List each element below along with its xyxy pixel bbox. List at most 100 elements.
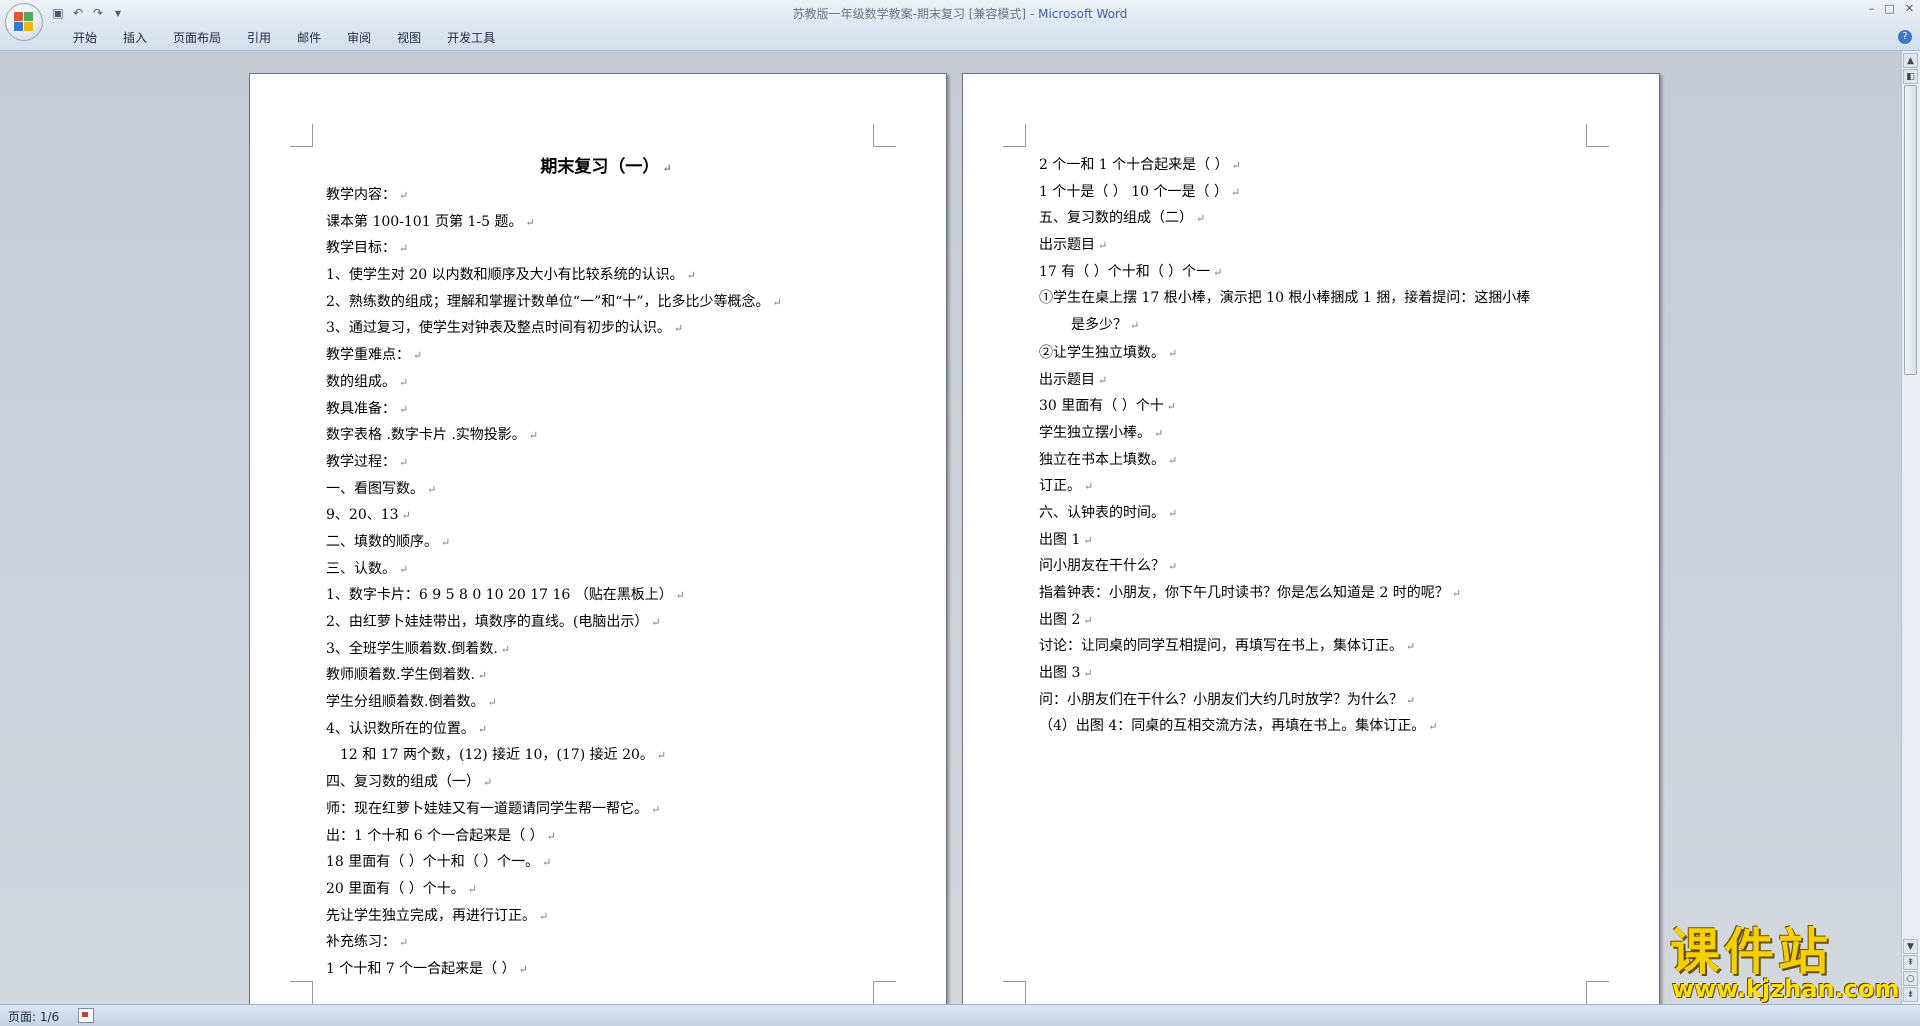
paragraph-mark: ↵ (675, 589, 685, 603)
status-bar: 页面: 1/6 (0, 1004, 1920, 1026)
paragraph-mark: ↵ (399, 242, 409, 256)
paragraph-mark: ↵ (518, 962, 528, 976)
line-text: 订正。 (1039, 478, 1081, 495)
paragraph-line: 师：现在红萝卜娃娃又有一道题请同学生帮一帮它。 ↵ (326, 796, 886, 823)
office-button[interactable] (5, 3, 43, 41)
next-page-icon[interactable]: ⇟ (1903, 987, 1918, 1002)
paragraph-line: 3、通过复习，使学生对钟表及整点时间有初步的认识。 ↵ (326, 315, 886, 342)
tab-insert[interactable]: 插入 (110, 30, 160, 46)
paragraph-mark: ↵ (1130, 319, 1140, 333)
line-text: 学生独立摆小棒。 (1039, 424, 1151, 441)
paragraph-line: 讨论：让同桌的同学互相提问，再填写在书上，集体订正。 ↵ (1039, 633, 1619, 660)
paragraph-line: 独立在书本上填数。 ↵ (1039, 447, 1619, 474)
paragraph-line: 出示题目 ↵ (1039, 367, 1619, 394)
line-text: 出示题目 (1039, 371, 1095, 388)
paragraph-mark: ↵ (772, 295, 782, 309)
line-text: 三、认数。 (326, 560, 396, 577)
paragraph-mark: ↵ (542, 856, 552, 870)
paragraph-mark: ↵ (477, 722, 488, 736)
paragraph-mark: ↵ (427, 482, 437, 496)
line-text: 教具准备： (326, 400, 396, 417)
tab-home[interactable]: 开始 (60, 30, 110, 46)
paragraph-line: 1 个十和 7 个一合起来是（ ） ↵ (326, 956, 886, 983)
paragraph-line: 一、看图写数。 ↵ (326, 476, 886, 503)
paragraph-mark: ↵ (401, 509, 411, 523)
paragraph-line: 出图 2 ↵ (1039, 607, 1619, 634)
paragraph-mark: ↵ (1084, 480, 1094, 494)
line-text: 2、由红萝卜娃娃带出，填数序的直线。(电脑出示） (326, 614, 649, 630)
previous-page-icon[interactable]: ⇞ (1903, 955, 1918, 970)
tab-references[interactable]: 引用 (234, 30, 284, 46)
paragraph-line: 教学过程： ↵ (326, 449, 886, 476)
paragraph-mark: ↵ (399, 455, 409, 469)
paragraph-line: 四、复习数的组成（一） ↵ (326, 769, 886, 796)
line-text: 师：现在红萝卜娃娃又有一道题请同学生帮一帮它。 (326, 800, 648, 817)
line-text: 1 个十和 7 个一合起来是（ ） (326, 960, 516, 977)
crop-mark (873, 981, 896, 1004)
line-text: 二、填数的顺序。 (326, 533, 438, 550)
line-text: 数字表格 .数字卡片 .实物投影。 (326, 427, 526, 444)
paragraph-line: 六、认钟表的时间。 ↵ (1039, 500, 1619, 527)
minimize-button[interactable]: – (1869, 2, 1875, 15)
document-name: 苏教版一年级数学教案-期末复习 [兼容模式] (792, 7, 1027, 21)
paragraph-mark: ↵ (673, 322, 684, 336)
page-2-content[interactable]: 2 个一和 1 个十合起来是（ ） ↵ 1 个十是（ ） 10 个一是（ ） ↵ 五、复… (1039, 152, 1619, 740)
document-area[interactable]: 期末复习（一） ↵ 教学内容： ↵ 课本第 100-101 页第 1-5 题。 ↵ 教学目… (0, 51, 1902, 1004)
paragraph-mark: ↵ (477, 669, 488, 683)
proofing-icon[interactable] (78, 1008, 94, 1023)
office-logo-icon (14, 12, 34, 32)
page-2[interactable]: 2 个一和 1 个十合起来是（ ） ↵ 1 个十是（ ） 10 个一是（ ） ↵ 五、复… (962, 73, 1660, 1004)
tab-mailings[interactable]: 邮件 (284, 30, 334, 46)
paragraph-line: 指着钟表：小朋友，你下午几时读书？你是怎么知道是 2 时的呢？ ↵ (1039, 580, 1619, 607)
paragraph-mark: ↵ (1428, 720, 1438, 734)
paragraph-line: 1、数字卡片：6 9 5 8 0 10 20 17 16 （贴在黑板上） ↵ (326, 582, 886, 609)
paragraph-mark: ↵ (399, 189, 409, 202)
paragraph-line: 2、熟练数的组成；理解和掌握计数单位“一”和“十”，比多比少等概念。 ↵ (326, 289, 886, 316)
paragraph-line: 出图 1 ↵ (1039, 527, 1619, 554)
vertical-scrollbar[interactable]: ▲ ◧ ▼ ⇞ ○ ⇟ (1901, 51, 1920, 1004)
paragraph-line: 补充练习： ↵ (326, 929, 886, 956)
page-count[interactable]: 页面: 1/6 (8, 1008, 59, 1025)
line-text: 课本第 100-101 页第 1-5 题。 (326, 213, 523, 230)
line-text: 先让学生独立完成，再进行订正。 (326, 907, 536, 924)
paragraph-line: 出：1 个十和 6 个一合起来是（ ） ↵ (326, 823, 886, 850)
page-1[interactable]: 期末复习（一） ↵ 教学内容： ↵ 课本第 100-101 页第 1-5 题。 ↵ 教学目… (249, 73, 947, 1004)
crop-mark (873, 124, 896, 147)
help-icon[interactable]: ? (1898, 30, 1912, 44)
paragraph-line: 先让学生独立完成，再进行订正。 ↵ (326, 903, 886, 930)
line-text: 30 里面有（ ）个十 (1039, 398, 1164, 415)
select-browse-object-icon[interactable]: ○ (1903, 971, 1918, 986)
paragraph-mark: ↵ (1196, 212, 1206, 226)
tab-developer[interactable]: 开发工具 (434, 30, 508, 46)
line-text: 3、通过复习，使学生对钟表及整点时间有初步的认识。 (326, 320, 671, 337)
crop-mark (290, 981, 313, 1004)
line-text: 教师顺着数.学生倒着数. (326, 667, 475, 684)
scroll-up-icon[interactable]: ▲ (1903, 53, 1918, 68)
line-text: 17 有（ ）个十和（ ）个一 (1039, 263, 1211, 280)
tab-page-layout[interactable]: 页面布局 (160, 30, 234, 46)
close-button[interactable]: ✕ (1905, 2, 1914, 15)
paragraph-mark: ↵ (1083, 533, 1093, 547)
paragraph-line: 订正。 ↵ (1039, 473, 1619, 500)
paragraph-mark: ↵ (651, 616, 661, 629)
paragraph-mark: ↵ (1451, 587, 1462, 601)
paragraph-mark: ↵ (1231, 159, 1241, 172)
tab-review[interactable]: 审阅 (334, 30, 384, 46)
maximize-button[interactable]: □ (1884, 2, 1894, 15)
line-text: 四、复习数的组成（一） (326, 774, 480, 791)
paragraph-line: 9、20、13 ↵ (326, 502, 886, 529)
scrollbar-thumb[interactable] (1904, 85, 1917, 375)
line-text: 20 里面有（ ）个十。 (326, 880, 465, 897)
paragraph-line: 问：小朋友们在干什么？小朋友们大约几时放学？为什么？ ↵ (1039, 687, 1619, 714)
scroll-down-icon[interactable]: ▼ (1903, 939, 1918, 954)
ribbon-tabs: 开始 插入 页面布局 引用 邮件 审阅 视图 开发工具 (60, 30, 508, 46)
line-text: 4、认识数所在的位置。 (326, 720, 475, 737)
paragraph-line: 出图 3 ↵ (1039, 660, 1619, 687)
line-text: 指着钟表：小朋友，你下午几时读书？你是怎么知道是 2 时的呢？ (1039, 585, 1449, 602)
paragraph-line: 教学目标： ↵ (326, 235, 886, 262)
ruler-toggle-icon[interactable]: ◧ (1903, 69, 1918, 84)
page-1-content[interactable]: 期末复习（一） ↵ 教学内容： ↵ 课本第 100-101 页第 1-5 题。 ↵ 教学目… (326, 152, 886, 983)
line-text: 教学目标： (326, 240, 396, 257)
tab-view[interactable]: 视图 (384, 30, 434, 46)
app-name: Microsoft Word (1038, 7, 1128, 21)
